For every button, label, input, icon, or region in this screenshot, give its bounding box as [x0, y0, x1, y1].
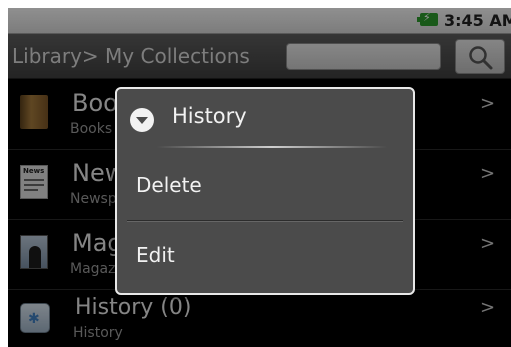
menu-item-label: Delete	[136, 173, 202, 197]
title-divider	[157, 146, 387, 148]
context-menu-dialog: History Delete Edit	[115, 87, 415, 295]
menu-item-label: Edit	[136, 243, 175, 267]
dialog-title: History	[172, 104, 247, 128]
menu-item-edit[interactable]: Edit	[117, 221, 413, 289]
dialog-header: History	[117, 89, 413, 149]
chevron-down-circle-icon	[130, 108, 154, 132]
menu-item-delete[interactable]: Delete	[117, 151, 413, 219]
device-screen: 3:45 AM Library> My Collections Boo Book…	[8, 8, 511, 347]
